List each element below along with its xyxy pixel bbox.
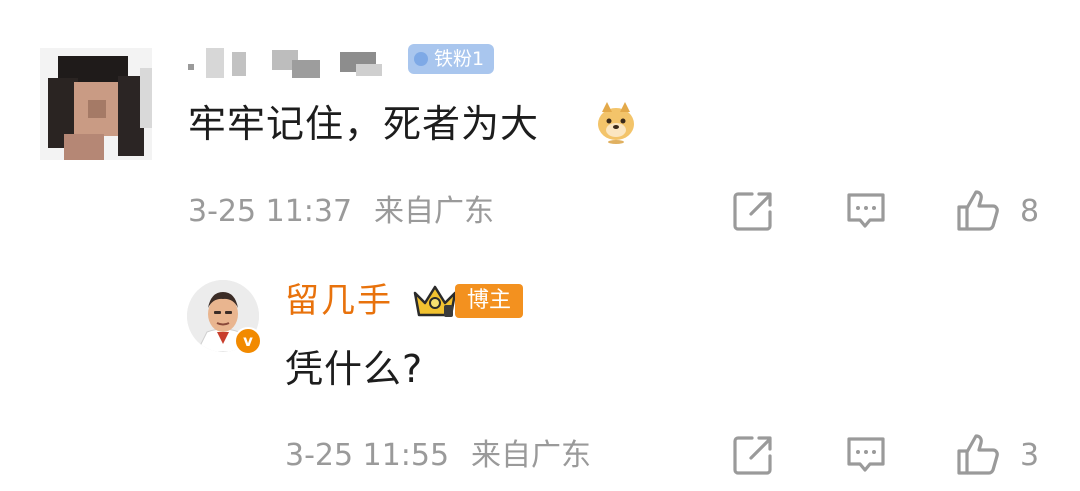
verified-badge: v <box>234 327 262 355</box>
doge-emoji-icon <box>598 102 634 144</box>
commenter-name-blurred[interactable] <box>188 46 408 80</box>
like-count: 8 <box>1020 194 1040 229</box>
comment-text: 牢牢记住，死者为大 <box>188 102 540 146</box>
reply-author-name[interactable]: 留几手 <box>285 280 393 322</box>
crown-icon <box>413 285 457 317</box>
reply-time: 3-25 11:55 <box>285 438 450 473</box>
like-count: 3 <box>1020 438 1040 473</box>
reply-location: 来自广东 <box>471 438 591 473</box>
like-icon[interactable] <box>955 431 1001 477</box>
comment-icon[interactable] <box>843 188 889 234</box>
blogger-badge: 博主 <box>455 284 524 318</box>
commenter-avatar[interactable] <box>40 48 152 160</box>
comment-time: 3-25 11:37 <box>188 194 353 229</box>
comment-icon[interactable] <box>843 432 889 478</box>
fan-level-badge: 铁粉1 <box>408 44 495 74</box>
like-icon[interactable] <box>955 187 1001 233</box>
share-icon[interactable] <box>730 432 776 478</box>
reply-text: 凭什么? <box>285 347 424 391</box>
share-icon[interactable] <box>730 188 776 234</box>
comment-location: 来自广东 <box>374 194 494 229</box>
